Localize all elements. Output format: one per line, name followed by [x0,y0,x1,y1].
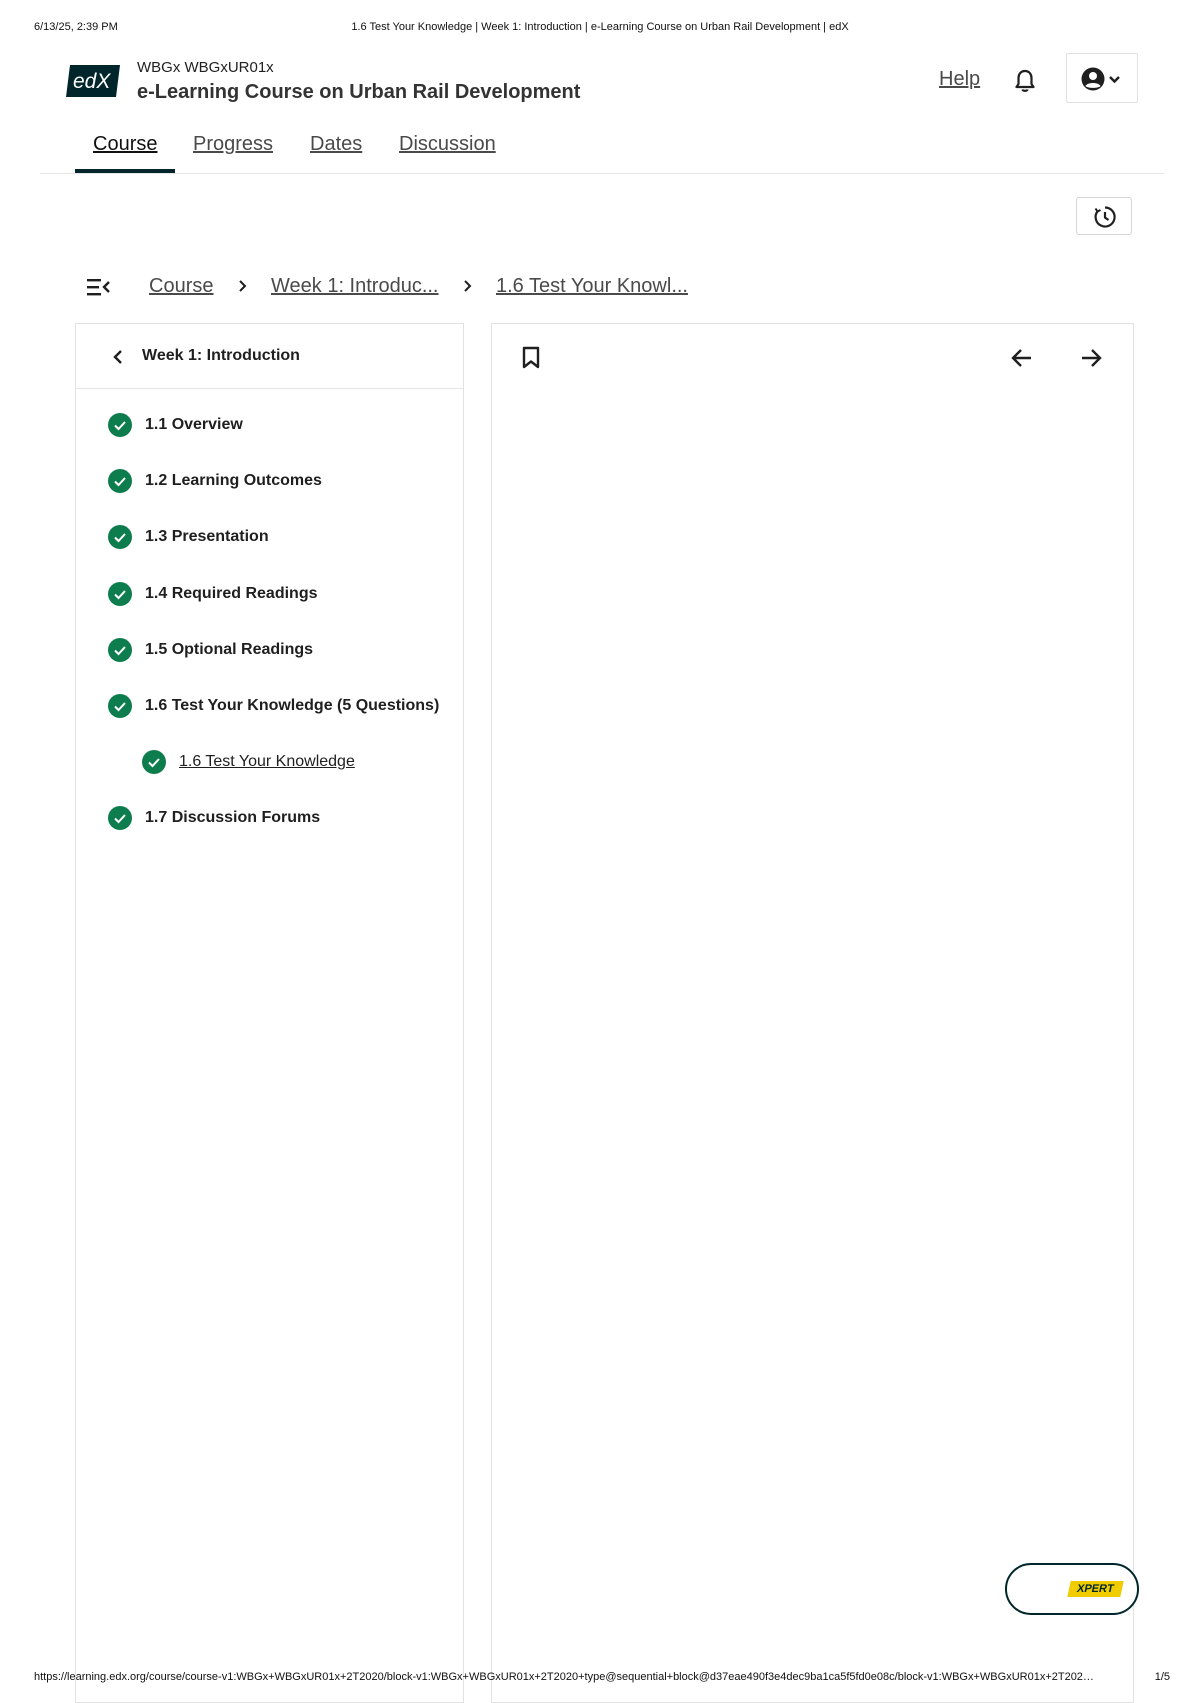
print-title: 1.6 Test Your Knowledge | Week 1: Introd… [351,21,849,33]
bookmark-icon[interactable] [521,346,541,370]
sidebar-title: Week 1: Introduction [142,347,300,364]
outline-item-label: 1.7 Discussion Forums [145,809,321,826]
nav-divider [40,173,1164,174]
outline-item-label: 1.4 Required Readings [145,585,318,602]
check-circle-icon [108,582,132,606]
edx-logo[interactable]: edX [66,64,120,98]
chevron-right-icon [464,280,472,292]
sidebar-back-to-week[interactable]: Week 1: Introduction [76,324,463,389]
unit-content-panel [491,323,1134,1703]
history-icon [1094,206,1116,228]
tab-progress[interactable]: Progress [193,133,273,156]
check-circle-icon [108,694,132,718]
chevron-left-icon [113,350,122,364]
chevron-right-icon [239,280,247,292]
check-circle-icon [108,525,132,549]
xpert-label: XPERT [1067,1581,1124,1597]
breadcrumb-week[interactable]: Week 1: Introduc... [271,275,439,298]
tab-course[interactable]: Course [93,133,157,156]
outline-item-label: 1.6 Test Your Knowledge [179,753,355,770]
tab-discussion[interactable]: Discussion [399,133,496,156]
outline-item-label: 1.1 Overview [145,416,243,433]
outline-item-label: 1.2 Learning Outcomes [145,472,322,489]
print-url: https://learning.edx.org/course/course-v… [34,1671,1094,1683]
print-page-number: 1/5 [1154,1671,1170,1683]
xpert-chat-button[interactable]: XPERT [1005,1563,1139,1615]
print-footer: https://learning.edx.org/course/course-v… [0,1671,1200,1689]
check-circle-icon [108,638,132,662]
check-circle-icon [108,469,132,493]
arrow-right-icon[interactable] [1079,347,1103,369]
outline-item-label: 1.3 Presentation [145,528,269,545]
check-circle-icon [108,806,132,830]
print-header: 6/13/25, 2:39 PM 1.6 Test Your Knowledge… [0,21,1200,41]
bell-icon[interactable] [1013,68,1037,94]
check-circle-icon [142,750,166,774]
course-org-code: WBGx WBGxUR01x [137,59,274,76]
user-avatar-icon [1081,67,1120,91]
outline-item-label: 1.6 Test Your Knowledge (5 Questions) [145,697,440,714]
user-menu-button[interactable] [1066,53,1138,103]
breadcrumb-course[interactable]: Course [149,275,213,298]
tab-dates[interactable]: Dates [310,133,362,156]
outline-item-label: 1.5 Optional Readings [145,641,314,658]
check-circle-icon [108,413,132,437]
course-title: e-Learning Course on Urban Rail Developm… [137,81,581,103]
history-button[interactable] [1076,197,1132,235]
help-link[interactable]: Help [939,68,980,91]
breadcrumb-unit[interactable]: 1.6 Test Your Knowl... [496,275,688,298]
arrow-left-icon[interactable] [1010,347,1034,369]
sidebar-toggle-icon[interactable] [87,277,111,297]
logo-text: edX [73,70,111,93]
course-outline-sidebar: Week 1: Introduction 1.1 Overview 1.2 Le… [75,323,464,1703]
